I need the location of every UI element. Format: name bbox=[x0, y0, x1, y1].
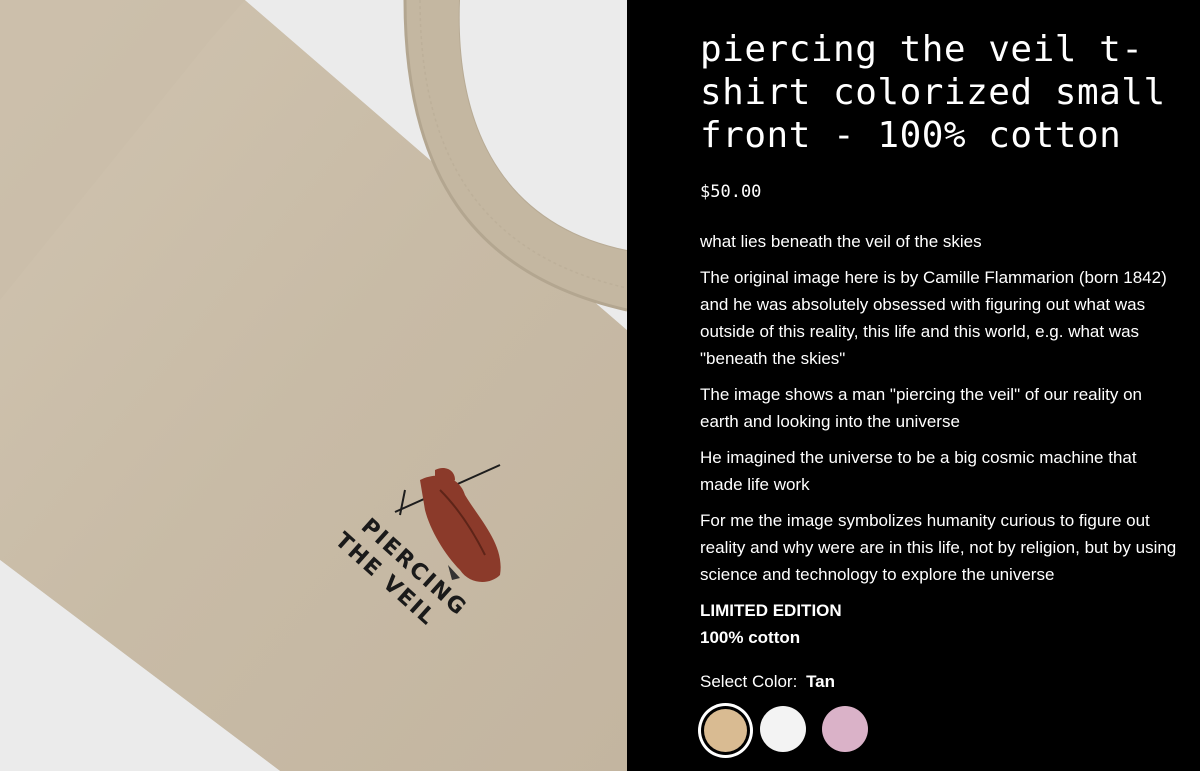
product-info: piercing the veil t-shirt colorized smal… bbox=[627, 0, 1200, 771]
description-paragraph: For me the image symbolizes humanity cur… bbox=[700, 511, 1177, 584]
color-selector: Select Color: Tan bbox=[700, 672, 1176, 692]
product-highlights: LIMITED EDITION 100% cotton bbox=[700, 597, 1180, 651]
color-swatch-tan[interactable] bbox=[704, 709, 747, 752]
color-swatch-white[interactable] bbox=[760, 706, 806, 752]
material-label: 100% cotton bbox=[700, 628, 801, 647]
tshirt-illustration: PIERCING THE VEIL bbox=[0, 0, 627, 771]
product-description: what lies beneath the veil of the skies … bbox=[700, 228, 1180, 651]
limited-edition-label: LIMITED EDITION bbox=[700, 601, 842, 620]
description-paragraph: He imagined the universe to be a big cos… bbox=[700, 448, 1137, 494]
color-swatch-pink[interactable] bbox=[822, 706, 868, 752]
description-paragraph: The image shows a man "piercing the veil… bbox=[700, 385, 1143, 431]
selected-color-value: Tan bbox=[806, 672, 836, 691]
product-image: PIERCING THE VEIL bbox=[0, 0, 627, 771]
color-selector-label: Select Color: bbox=[700, 672, 798, 691]
product-title: piercing the veil t-shirt colorized smal… bbox=[700, 29, 1166, 156]
color-swatches bbox=[701, 706, 1176, 752]
product-price: $50.00 bbox=[700, 182, 762, 202]
description-paragraph: what lies beneath the veil of the skies bbox=[700, 232, 982, 251]
description-paragraph: The original image here is by Camille Fl… bbox=[700, 268, 1167, 368]
